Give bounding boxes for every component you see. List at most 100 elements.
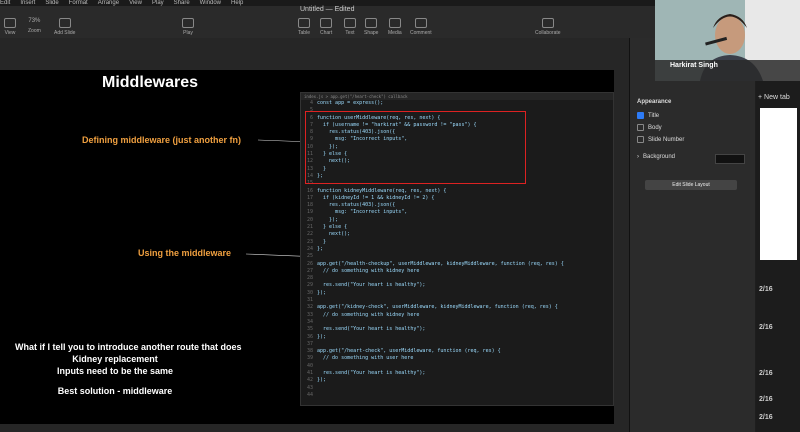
title-checkbox[interactable]: Title (637, 112, 659, 119)
code-line: 19 msg: "Incorrect inputs", (301, 209, 613, 216)
code-text: }); (317, 216, 339, 223)
code-text: // do something with kidney here (317, 267, 420, 274)
line-number: 35 (306, 326, 313, 333)
line-number: 31 (306, 297, 313, 304)
line-number: 39 (306, 355, 313, 362)
code-line: 33 // do something with kidney here (301, 312, 613, 319)
slide-counter: 2/16 (759, 370, 773, 377)
line-number: 38 (306, 348, 313, 355)
checkbox-icon (637, 136, 644, 143)
code-line: 26 app.get("/health-checkup", userMiddlew… (301, 261, 613, 268)
question-line (15, 377, 215, 385)
line-number: 37 (306, 340, 313, 347)
code-text: function kidneyMiddleware(req, res, next… (317, 187, 447, 194)
line-number: 20 (306, 216, 313, 223)
format-panel (629, 38, 755, 432)
body-checkbox[interactable]: Body (637, 124, 662, 131)
code-text: res.send("Your heart is healthy"); (317, 282, 426, 289)
slide-counter: 2/16 (759, 414, 773, 421)
checkbox-checked-icon (637, 112, 644, 119)
slide-counter: 2/16 (759, 286, 773, 293)
line-number: 42 (306, 377, 313, 384)
code-line: 17 if (kidneyId != 1 && kidneyId != 2) { (301, 195, 613, 202)
checkbox-icon (637, 124, 644, 131)
code-line: 38 app.get("/heart-check", userMiddleware… (301, 348, 613, 355)
line-number: 4 (309, 100, 313, 106)
code-text: res.send("Your heart is healthy"); (317, 326, 426, 333)
presenter-name: Harkirat Singh (670, 62, 718, 69)
chevron-right-icon: › (637, 154, 639, 160)
line-number: 23 (306, 238, 313, 245)
slide-counter: 2/16 (759, 324, 773, 331)
line-number: 28 (306, 275, 313, 282)
line-number: 32 (306, 304, 313, 311)
line-number: 41 (306, 369, 313, 376)
line-number: 34 (306, 318, 313, 325)
code-text: // do something with user here (317, 355, 414, 362)
line-number: 33 (306, 311, 313, 318)
highlight-box[interactable] (305, 111, 526, 184)
line-number: 30 (306, 289, 313, 296)
background-section[interactable]: › Background (637, 154, 675, 160)
code-text: next(); (317, 231, 351, 238)
code-line: 4 const app = express(); (301, 100, 613, 107)
code-text: }); (317, 377, 327, 384)
code-line: 32 app.get("/kidney-check", userMiddlewar… (301, 304, 613, 311)
line-number: 43 (306, 384, 313, 391)
question-text[interactable]: What if I tell you to introduce another … (15, 341, 242, 397)
code-text: if (kidneyId != 1 && kidneyId != 2) { (317, 194, 435, 201)
code-text: }); (317, 333, 327, 340)
code-line: 40 (301, 363, 613, 370)
code-text: res.status(403).json({ (317, 202, 396, 209)
code-line: 39 // do something with user here (301, 355, 613, 362)
code-line: 31 (301, 297, 613, 304)
question-line: Best solution - middleware (57, 386, 173, 396)
code-line: 25 (301, 253, 613, 260)
line-number: 17 (306, 194, 313, 201)
code-line: 36}); (301, 334, 613, 341)
edit-slide-layout-button[interactable]: Edit Slide Layout (645, 180, 737, 190)
line-number: 21 (306, 224, 313, 231)
question-line: What if I tell you to introduce another … (15, 342, 242, 352)
code-text: app.get("/heart-check", userMiddleware, … (317, 348, 501, 355)
code-text: msg: "Incorrect inputs", (317, 209, 408, 216)
code-line: 29 res.send("Your heart is healthy"); (301, 282, 613, 289)
code-text: app.get("/kidney-check", userMiddleware,… (317, 304, 558, 311)
code-line: 24}; (301, 246, 613, 253)
code-line: 21 } else { (301, 224, 613, 231)
slide-counter: 2/16 (759, 396, 773, 403)
code-line: 27 // do something with kidney here (301, 268, 613, 275)
line-number: 26 (306, 260, 313, 267)
code-line: 22 next(); (301, 231, 613, 238)
code-breadcrumb: index.js > app.get("/heart-check") callb… (301, 93, 613, 100)
code-line: 30}); (301, 290, 613, 297)
question-line: Inputs need to be the same (56, 366, 174, 376)
line-number: 16 (306, 187, 313, 194)
new-tab-page (760, 108, 797, 260)
question-line: Kidney replacement (72, 354, 158, 364)
line-number: 25 (306, 253, 313, 260)
code-line: 16 function kidneyMiddleware(req, res, ne… (301, 188, 613, 195)
code-text: // do something with kidney here (317, 311, 420, 318)
code-text: const app = express(); (317, 100, 384, 106)
slide-number-checkbox[interactable]: Slide Number (637, 136, 684, 143)
line-number: 22 (306, 231, 313, 238)
code-text: app.get("/health-checkup", userMiddlewar… (317, 260, 564, 267)
code-line: 35 res.send("Your heart is healthy"); (301, 326, 613, 333)
line-number: 44 (306, 391, 313, 398)
code-text: }); (317, 289, 327, 296)
line-number: 40 (306, 362, 313, 369)
background-color-well[interactable] (715, 154, 745, 164)
code-text: } else { (317, 224, 348, 231)
line-number: 19 (306, 209, 313, 216)
code-text: res.send("Your heart is healthy"); (317, 369, 426, 376)
code-text: }; (317, 245, 324, 252)
line-number: 18 (306, 202, 313, 209)
code-line: 41 res.send("Your heart is healthy"); (301, 370, 613, 377)
new-tab-button[interactable]: + New tab (758, 94, 790, 101)
line-number: 27 (306, 267, 313, 274)
line-number: 29 (306, 282, 313, 289)
code-line: 28 (301, 275, 613, 282)
code-line: 23 } (301, 239, 613, 246)
code-line: 34 (301, 319, 613, 326)
